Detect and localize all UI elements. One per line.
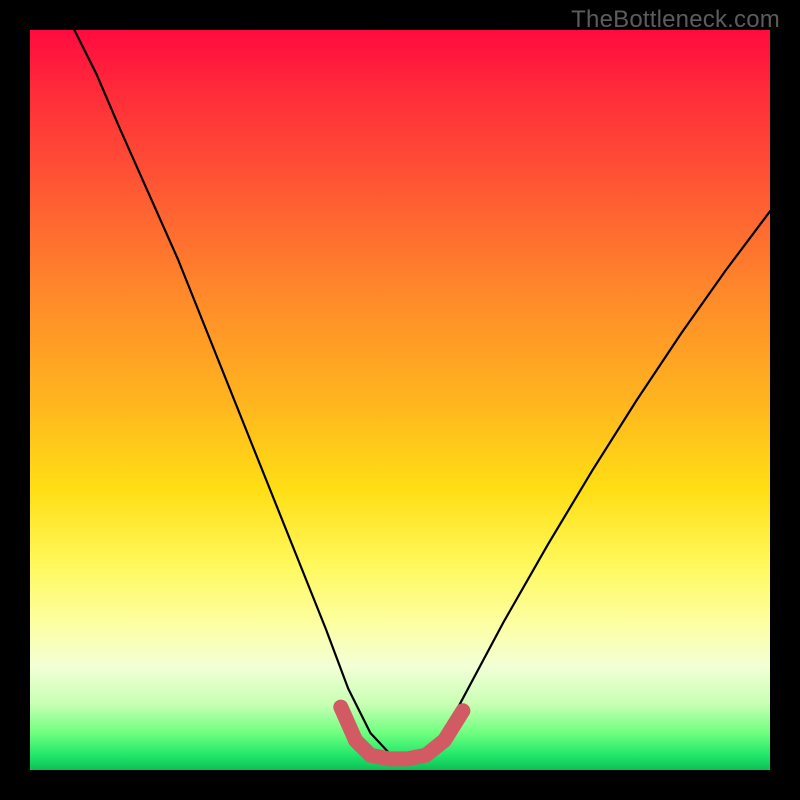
chart-svg [30, 30, 770, 770]
bottom-marker [341, 707, 463, 759]
chart-frame: TheBottleneck.com [0, 0, 800, 800]
curve-line [74, 30, 770, 757]
plot-area [30, 30, 770, 770]
